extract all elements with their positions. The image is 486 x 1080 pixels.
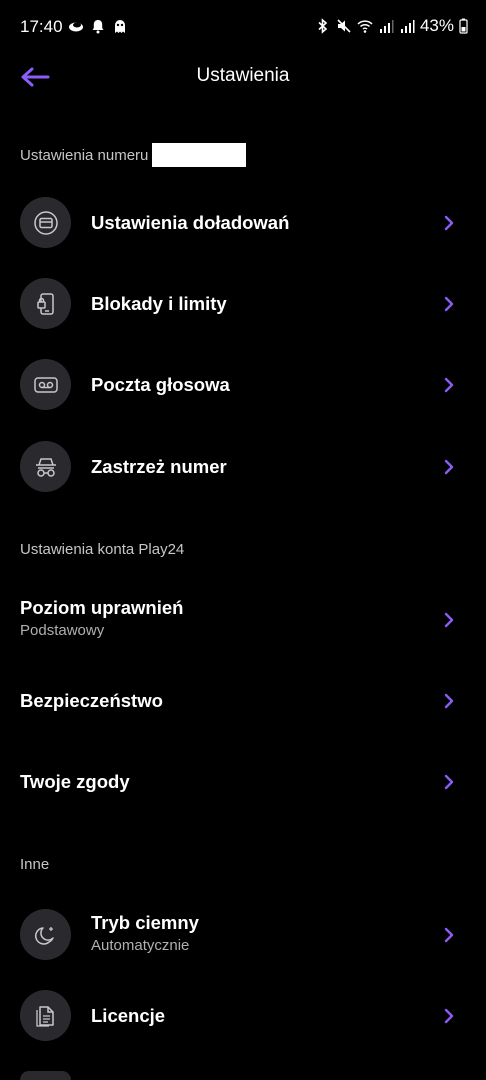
page-title: Ustawienia xyxy=(196,65,290,86)
signal-icon xyxy=(400,20,415,33)
chevron-right-icon xyxy=(444,377,454,393)
row-subtitle: Podstawowy xyxy=(20,622,105,639)
row-licenses[interactable]: Licencje xyxy=(0,990,486,1042)
section-header-other: Inne xyxy=(20,854,49,874)
chevron-right-icon xyxy=(444,215,454,231)
bell-icon xyxy=(92,20,104,34)
signal-icon xyxy=(379,20,394,33)
row-title: Poczta głosowa xyxy=(91,374,230,395)
chevron-right-icon xyxy=(444,1008,454,1024)
chevron-right-icon xyxy=(444,612,454,628)
documents-icon xyxy=(20,990,71,1041)
chevron-right-icon xyxy=(444,927,454,943)
chevron-right-icon xyxy=(444,774,454,790)
weather-icon xyxy=(69,22,83,32)
partial-row-icon xyxy=(20,1071,71,1080)
section-header-number: Ustawienia numeru xyxy=(20,143,247,167)
app-bar: Ustawienia xyxy=(0,54,486,100)
row-title: Twoje zgody xyxy=(20,771,130,792)
section-label: Ustawienia konta Play24 xyxy=(20,540,185,558)
bluetooth-icon xyxy=(318,18,328,34)
status-time: 17:40 xyxy=(20,17,63,36)
incognito-icon xyxy=(20,441,71,492)
chevron-right-icon xyxy=(444,693,454,709)
redacted-number xyxy=(152,143,247,167)
row-title: Tryb ciemny xyxy=(91,912,199,933)
row-locks-limits[interactable]: Blokady i limity xyxy=(0,278,486,330)
battery-percentage: 43% xyxy=(419,16,454,35)
row-title: Zastrzeż numer xyxy=(91,456,227,477)
battery-icon xyxy=(459,18,468,34)
wifi-icon xyxy=(357,20,373,33)
row-permission-level[interactable]: Poziom uprawnień Podstawowy xyxy=(0,594,486,646)
voicemail-icon xyxy=(20,359,71,410)
phone-lock-icon xyxy=(20,278,71,329)
row-title: Ustawienia doładowań xyxy=(91,212,290,233)
row-hide-number[interactable]: Zastrzeż numer xyxy=(0,441,486,493)
row-consents[interactable]: Twoje zgody xyxy=(0,756,486,808)
row-title: Poziom uprawnień xyxy=(20,597,184,618)
row-title: Bezpieczeństwo xyxy=(20,690,163,711)
moon-icon xyxy=(20,909,71,960)
row-topup-settings[interactable]: Ustawienia doładowań xyxy=(0,197,486,249)
row-subtitle: Automatycznie xyxy=(91,937,190,954)
topup-card-icon xyxy=(20,197,71,248)
row-title: Blokady i limity xyxy=(91,293,227,314)
section-label: Inne xyxy=(20,855,50,873)
row-security[interactable]: Bezpieczeństwo xyxy=(0,675,486,727)
row-voicemail[interactable]: Poczta głosowa xyxy=(0,359,486,411)
section-header-account: Ustawienia konta Play24 xyxy=(20,539,184,559)
ghost-icon xyxy=(115,20,125,33)
status-bar: 17:40 43% xyxy=(0,0,486,54)
section-label: Ustawienia numeru xyxy=(20,146,149,164)
mute-icon xyxy=(337,19,351,33)
chevron-right-icon xyxy=(444,296,454,312)
status-right-icons: 43% xyxy=(315,16,468,35)
chevron-right-icon xyxy=(444,459,454,475)
row-dark-mode[interactable]: Tryb ciemny Automatycznie xyxy=(0,909,486,961)
status-left-icons xyxy=(68,17,128,35)
row-title: Licencje xyxy=(91,1005,166,1026)
